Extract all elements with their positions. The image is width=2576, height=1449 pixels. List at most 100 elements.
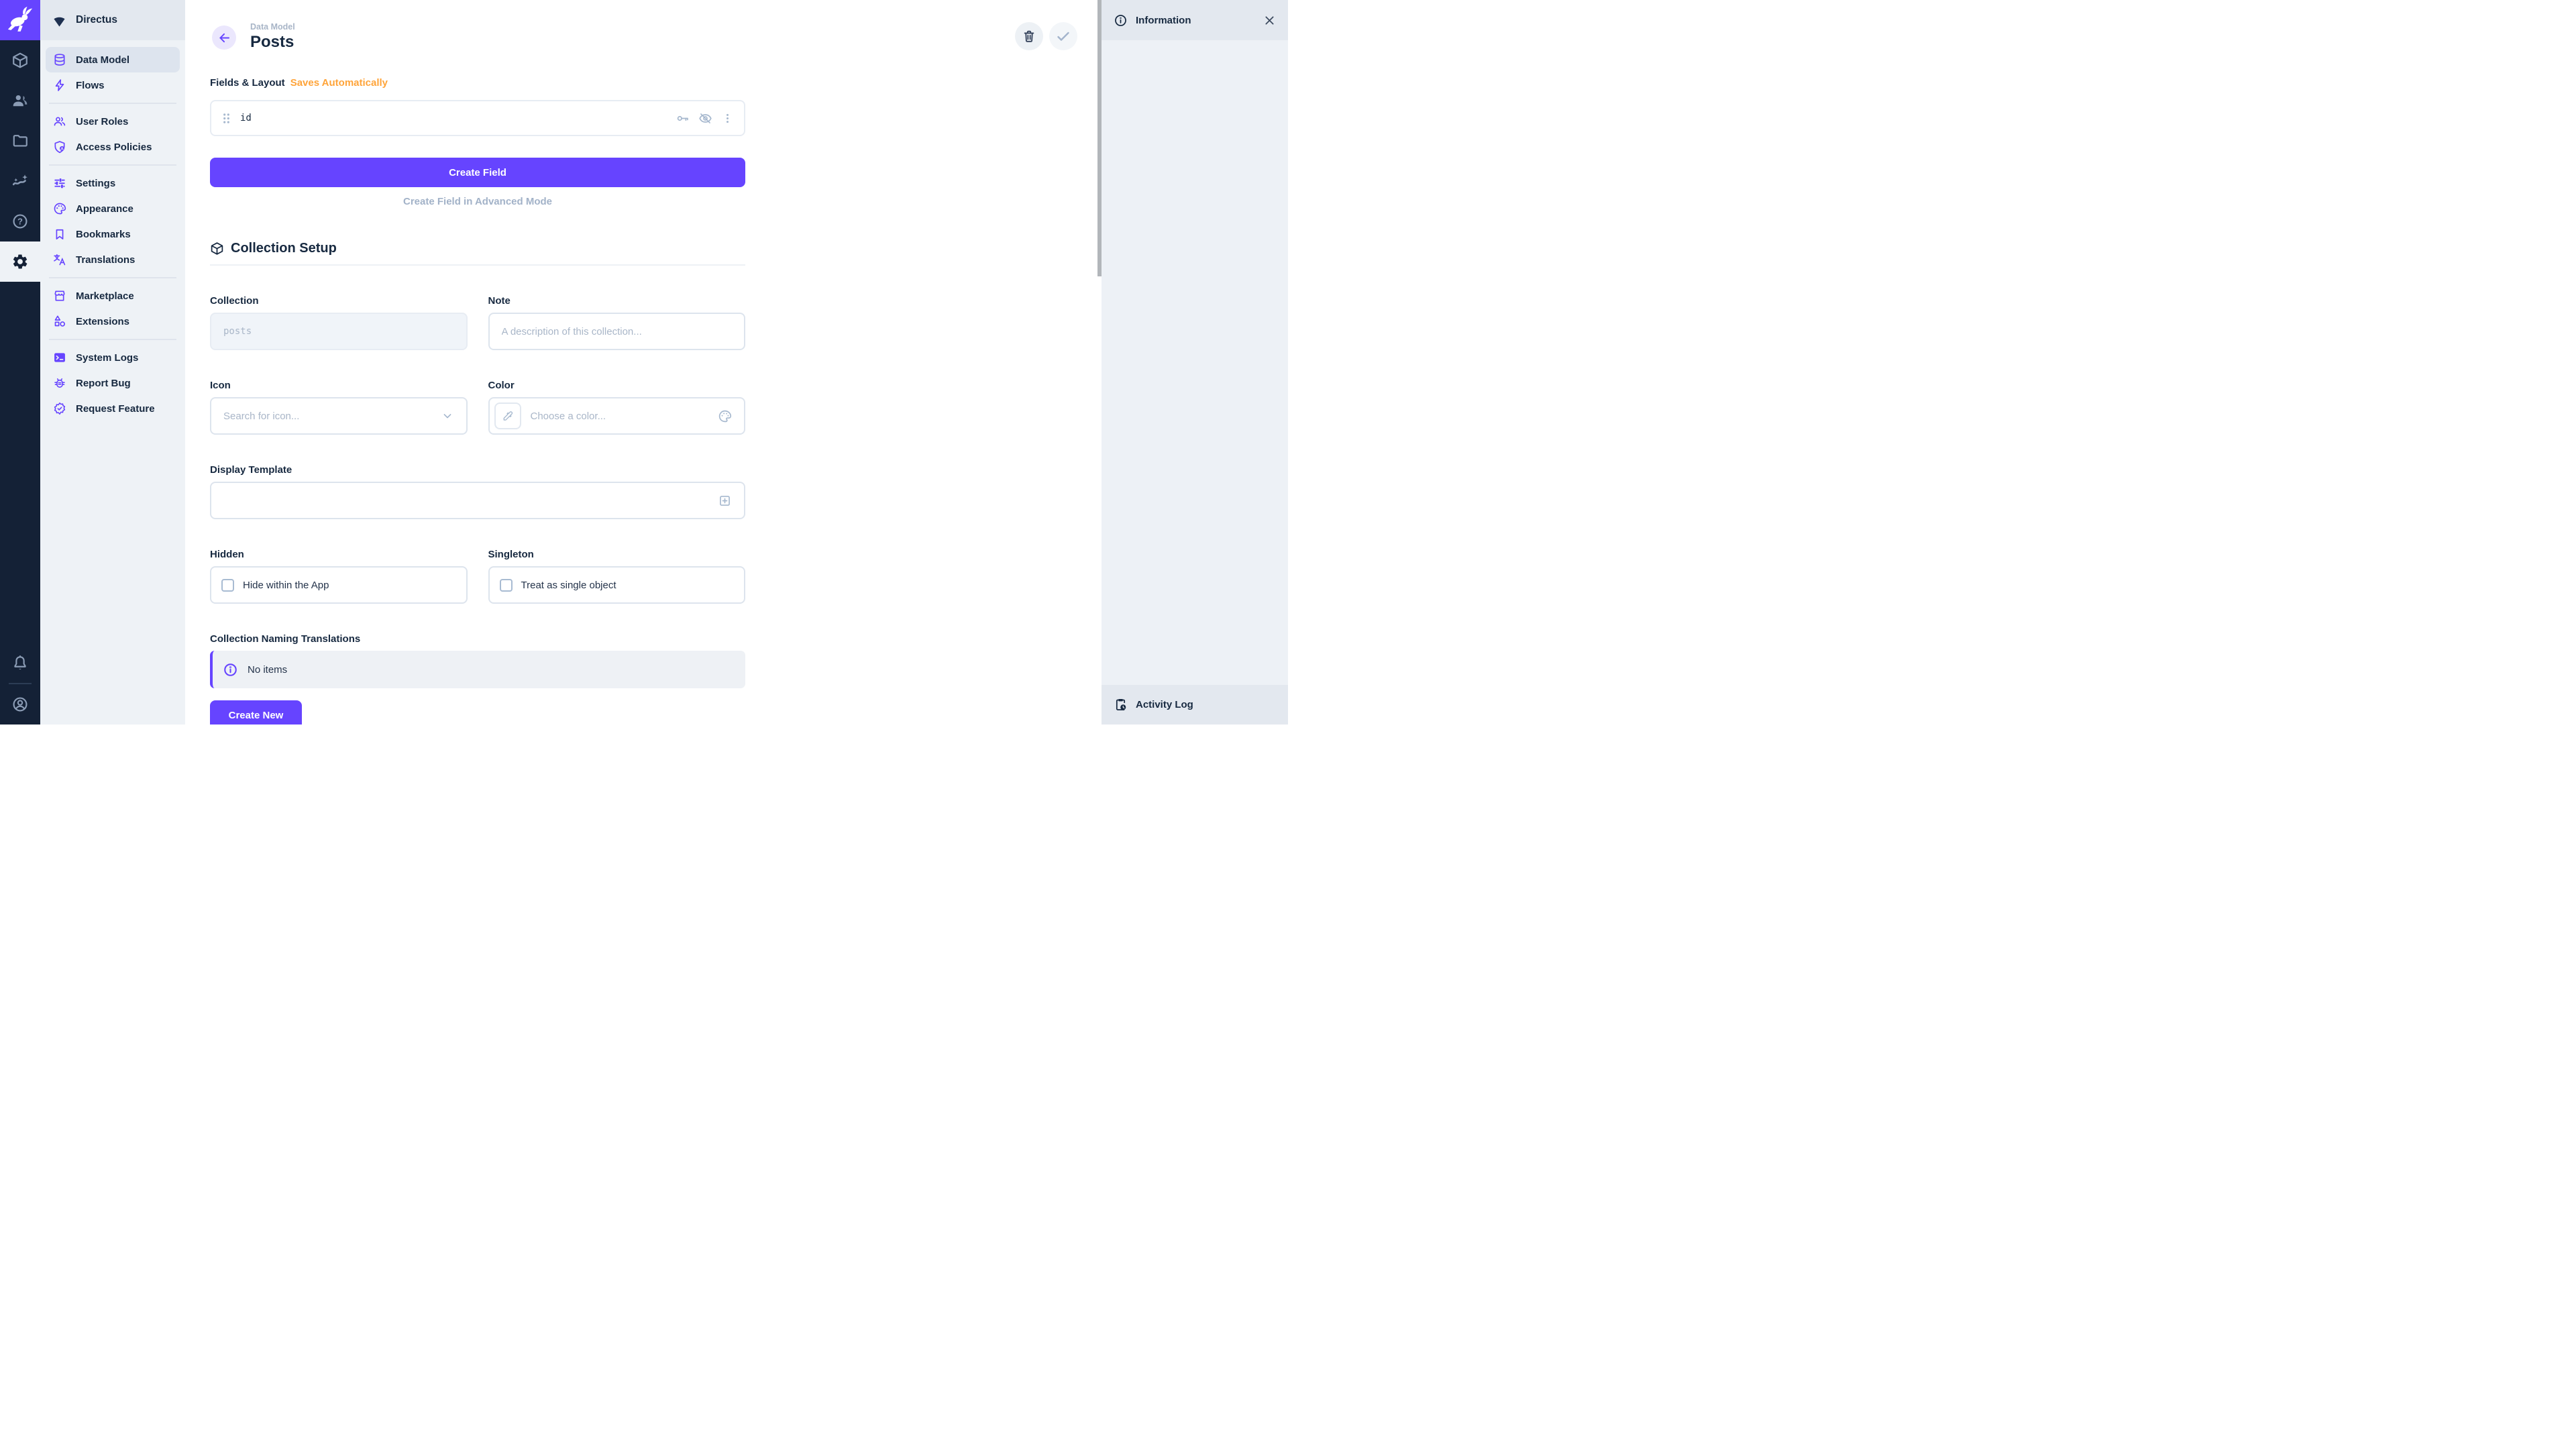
field-name: id: [240, 113, 252, 123]
translate-icon: [53, 253, 66, 266]
terminal-icon: [53, 351, 66, 364]
hidden-checkbox-label: Hide within the App: [243, 580, 329, 591]
autosave-note: Saves Automatically: [290, 77, 388, 89]
color-select[interactable]: [488, 397, 746, 435]
module-file-library[interactable]: [0, 121, 40, 161]
key-icon[interactable]: [676, 111, 690, 125]
breadcrumb: Data Model: [250, 22, 295, 32]
module-user-directory[interactable]: [0, 80, 40, 121]
fields-layout-label: Fields & LayoutSaves Automatically: [210, 77, 745, 89]
advanced-mode-link[interactable]: Create Field in Advanced Mode: [210, 196, 745, 207]
module-notifications[interactable]: [0, 643, 40, 683]
info-circle-icon: [1114, 13, 1128, 28]
nav-item-label: Bookmarks: [76, 229, 131, 240]
color-swatch-button[interactable]: [494, 402, 521, 429]
singleton-checkbox-row[interactable]: Treat as single object: [488, 566, 746, 604]
create-field-button[interactable]: Create Field: [210, 158, 745, 187]
chevron-down-icon[interactable]: [441, 409, 454, 423]
close-icon[interactable]: [1263, 14, 1276, 27]
module-bar: ?: [0, 0, 40, 724]
collection-setup-form: Collection Note Icon: [210, 266, 745, 724]
drag-handle-icon[interactable]: [221, 111, 231, 126]
main-scrollbar[interactable]: [1097, 0, 1102, 276]
note-input[interactable]: [502, 326, 733, 337]
nav-item-marketplace[interactable]: Marketplace: [46, 283, 180, 309]
naming-translations-field: Collection Naming Translations No items …: [210, 633, 745, 724]
project-fan-icon: [52, 13, 67, 28]
singleton-checkbox-label: Treat as single object: [521, 580, 616, 591]
nav-item-report-bug[interactable]: Report Bug: [46, 370, 180, 396]
hidden-checkbox[interactable]: [221, 579, 234, 592]
delete-collection-button[interactable]: [1015, 22, 1043, 50]
bug-icon: [53, 376, 66, 390]
activity-log-button[interactable]: Activity Log: [1102, 685, 1288, 724]
nav-item-user-roles[interactable]: User Roles: [46, 109, 180, 134]
icon-label: Icon: [210, 380, 468, 391]
nav-item-access-policies[interactable]: Access Policies: [46, 134, 180, 160]
icon-search-input[interactable]: [223, 411, 441, 422]
nav-item-extensions[interactable]: Extensions: [46, 309, 180, 334]
module-content[interactable]: [0, 40, 40, 80]
field-row-id[interactable]: id: [210, 100, 745, 136]
singleton-checkbox[interactable]: [500, 579, 513, 592]
icon-select[interactable]: [210, 397, 468, 435]
info-sidebar-header: Information: [1102, 0, 1288, 40]
info-icon: [223, 662, 238, 678]
info-sidebar-body: [1102, 40, 1288, 685]
info-sidebar-title: Information: [1136, 15, 1191, 26]
nav-item-system-logs[interactable]: System Logs: [46, 345, 180, 370]
nav-item-data-model[interactable]: Data Model: [46, 47, 180, 72]
rabbit-logo-icon: [7, 7, 34, 34]
nav-item-appearance[interactable]: Appearance: [46, 196, 180, 221]
database-icon: [53, 53, 66, 66]
collection-label: Collection: [210, 295, 468, 307]
people-icon: [53, 115, 66, 128]
box-icon: [11, 52, 29, 69]
kebab-menu-icon[interactable]: [721, 111, 734, 125]
naming-translations-label: Collection Naming Translations: [210, 633, 745, 645]
clipboard-clock-icon: [1114, 698, 1128, 712]
nav-item-label: Flows: [76, 80, 105, 91]
nav-item-label: Request Feature: [76, 403, 155, 415]
nav-item-settings[interactable]: Settings: [46, 170, 180, 196]
nav-item-translations[interactable]: Translations: [46, 247, 180, 272]
module-account[interactable]: [0, 684, 40, 724]
note-field: Note: [488, 295, 746, 350]
color-label: Color: [488, 380, 746, 391]
icon-field: Icon: [210, 380, 468, 435]
nav-item-flows[interactable]: Flows: [46, 72, 180, 98]
nav-divider: [49, 277, 176, 278]
nav-item-bookmarks[interactable]: Bookmarks: [46, 221, 180, 247]
add-box-icon[interactable]: [718, 494, 732, 508]
color-input[interactable]: [531, 411, 718, 422]
storefront-icon: [53, 289, 66, 303]
eye-off-icon[interactable]: [698, 111, 712, 125]
bell-icon: [11, 654, 29, 672]
display-template-input[interactable]: [223, 495, 718, 506]
check-icon: [1055, 28, 1071, 44]
hidden-checkbox-row[interactable]: Hide within the App: [210, 566, 468, 604]
module-insights[interactable]: [0, 161, 40, 201]
module-settings[interactable]: [0, 241, 40, 282]
module-bar-spacer: [0, 282, 40, 643]
create-new-button[interactable]: Create New: [210, 700, 302, 724]
nav-item-label: Data Model: [76, 54, 129, 66]
no-items-text: No items: [248, 664, 287, 676]
nav-item-request-feature[interactable]: Request Feature: [46, 396, 180, 421]
directus-logo[interactable]: [0, 0, 40, 40]
page-title: Posts: [250, 33, 295, 52]
palette-icon: [53, 202, 66, 215]
collection-input: [223, 326, 454, 337]
nav-sidebar: Directus Data Model Flows User Roles: [40, 0, 185, 724]
save-button[interactable]: [1049, 22, 1077, 50]
nav-item-label: Report Bug: [76, 378, 131, 389]
nav-divider: [49, 164, 176, 166]
collection-setup-heading: Collection Setup: [210, 241, 745, 256]
hidden-field: Hidden Hide within the App: [210, 549, 468, 604]
palette-icon[interactable]: [718, 409, 732, 423]
back-button[interactable]: [212, 25, 236, 50]
project-header[interactable]: Directus: [40, 0, 185, 40]
main-content: Data Model Posts Fields & LayoutSaves Au…: [185, 0, 1102, 724]
module-help[interactable]: ?: [0, 201, 40, 241]
display-template-input-wrap[interactable]: [210, 482, 745, 519]
